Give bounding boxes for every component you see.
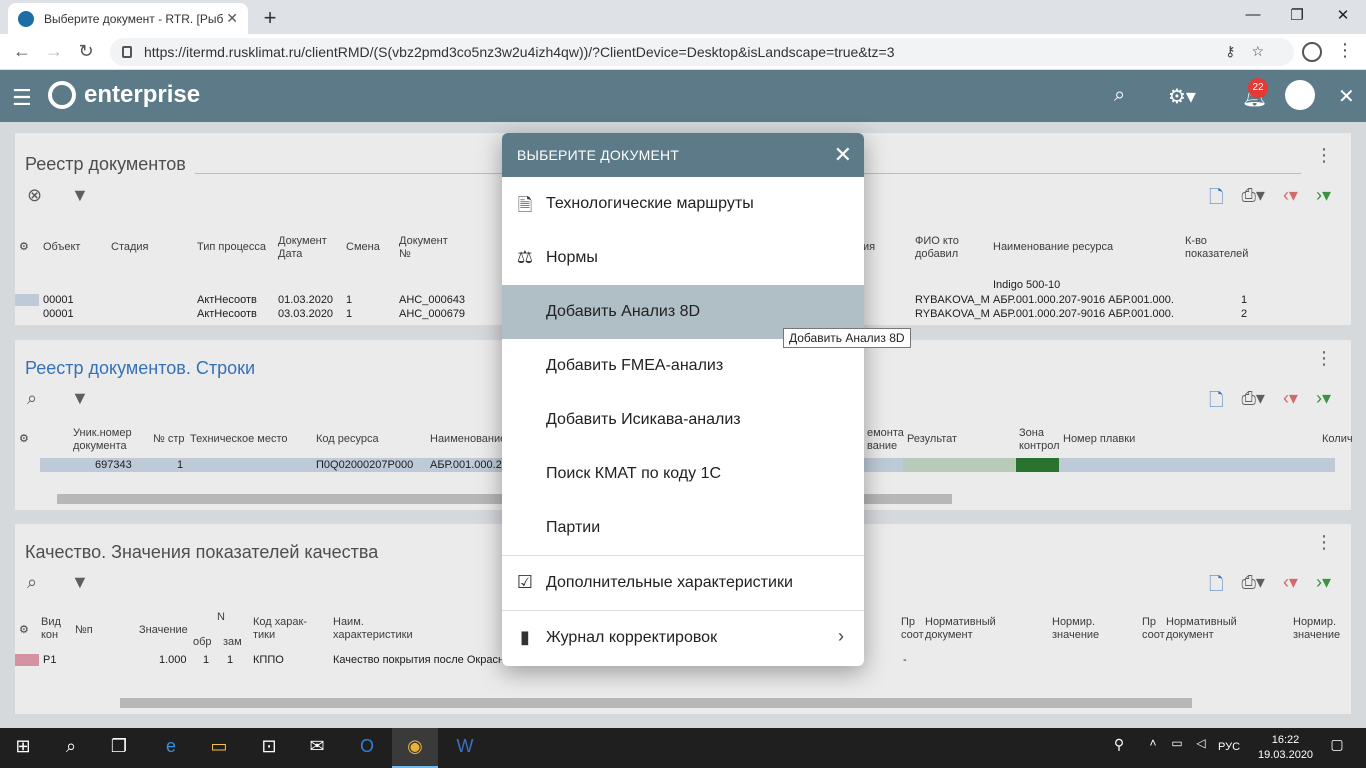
select-document-dialog: ВЫБЕРИТЕ ДОКУМЕНТ ✕ 🗎 Технологические ма… <box>502 133 864 666</box>
menu-item-norms[interactable]: ⚖ Нормы <box>502 231 864 285</box>
browser-tab[interactable]: Выберите документ - RTR. [Рыб ✕ <box>8 3 248 34</box>
volume-icon[interactable]: ◁ <box>1186 736 1216 750</box>
file-explorer-icon[interactable]: ▭ <box>204 736 234 757</box>
start-windows-icon[interactable]: ⊞ <box>8 736 38 757</box>
forward-button[interactable]: → <box>42 41 66 62</box>
maximize-button[interactable]: ❐ <box>1282 6 1312 24</box>
dialog-title: ВЫБЕРИТЕ ДОКУМЕНТ <box>517 147 680 163</box>
browser-tabbar: Выберите документ - RTR. [Рыб ✕ + — ❐ ✕ <box>0 0 1366 34</box>
notification-badge: 22 <box>1248 78 1268 98</box>
document-icon: 🗎 <box>517 195 533 215</box>
minimize-button[interactable]: — <box>1238 6 1268 23</box>
menu-item-label: Нормы <box>546 249 598 266</box>
menu-item-batches[interactable]: Партии <box>502 501 864 555</box>
app-header: ☰ enterprise ⌕ ⚙▾ 🔔︎ ✕ <box>0 70 1366 122</box>
scales-icon: ⚖ <box>516 247 534 267</box>
hamburger-menu-icon[interactable]: ☰ <box>12 85 32 111</box>
chrome-icon[interactable]: ◉ <box>392 728 438 768</box>
search-icon[interactable]: ⌕ <box>1114 84 1125 107</box>
reload-button[interactable]: ↻ <box>74 41 98 62</box>
journal-icon: ▮ <box>520 627 530 647</box>
tab-close-icon[interactable]: ✕ <box>226 10 238 27</box>
site-favicon-icon <box>18 10 34 27</box>
store-icon[interactable]: ⊡ <box>254 736 284 757</box>
language-indicator[interactable]: РУС <box>1218 741 1240 753</box>
clock-time: 16:22 <box>1271 734 1300 746</box>
browser-menu-icon[interactable]: ⋮ <box>1336 40 1354 61</box>
search-icon[interactable]: ⌕ <box>56 736 86 757</box>
menu-item-label: Дополнительные характеристики <box>546 574 793 591</box>
dialog-header: ВЫБЕРИТЕ ДОКУМЕНТ <box>502 133 864 177</box>
menu-item-label: Технологические маршруты <box>546 195 754 212</box>
action-center-icon[interactable]: ▢ <box>1322 736 1352 753</box>
logo-mark-icon <box>48 81 76 109</box>
checkbox-icon: ☑ <box>516 572 534 592</box>
new-tab-button[interactable]: + <box>258 5 282 31</box>
dialog-close-icon[interactable]: ✕ <box>834 142 852 168</box>
mail-icon[interactable]: ✉ <box>302 736 332 757</box>
menu-item-label: Добавить Анализ 8D <box>546 303 701 320</box>
menu-item-label: Добавить FMEA-анализ <box>546 357 724 374</box>
clock-date: 19.03.2020 <box>1258 749 1314 761</box>
window-close-button[interactable]: ✕ <box>1328 6 1358 24</box>
omnibox-icons[interactable]: ⚷☆ <box>1225 43 1280 60</box>
url-input[interactable]: https://itermd.rusklimat.ru/clientRMD/(S… <box>110 38 1294 66</box>
task-view-icon[interactable]: ❐ <box>104 736 134 757</box>
account-icon[interactable] <box>1302 42 1322 62</box>
app-close-icon[interactable]: ✕ <box>1338 84 1355 109</box>
tooltip: Добавить Анализ 8D <box>783 328 911 348</box>
menu-item-label: Поиск КМАТ по коду 1С <box>546 465 722 482</box>
people-icon[interactable]: ⚲ <box>1104 736 1134 753</box>
menu-item-kmat-search[interactable]: Поиск КМАТ по коду 1С <box>502 447 864 501</box>
menu-item-additional-characteristics[interactable]: ☑ Дополнительные характеристики <box>502 556 864 610</box>
back-button[interactable]: ← <box>10 41 34 62</box>
outlook-icon[interactable]: O <box>352 736 382 757</box>
url-text: https://itermd.rusklimat.ru/clientRMD/(S… <box>144 44 895 60</box>
clock[interactable]: 16:22 19.03.2020 <box>1258 733 1313 763</box>
address-bar: ← → ↻ https://itermd.rusklimat.ru/client… <box>0 34 1366 70</box>
menu-item-label: Журнал корректировок <box>546 629 718 646</box>
word-icon[interactable]: W <box>450 736 480 757</box>
lock-icon <box>122 46 132 58</box>
logo-text: enterprise <box>84 81 201 108</box>
chevron-right-icon: › <box>838 626 844 646</box>
menu-item-tech-routes[interactable]: 🗎 Технологические маршруты <box>502 177 864 231</box>
menu-item-correction-journal[interactable]: ▮ Журнал корректировок › <box>502 611 864 665</box>
menu-item-label: Добавить Исикава-анализ <box>546 411 741 428</box>
menu-item-add-ishikawa[interactable]: Добавить Исикава-анализ <box>502 393 864 447</box>
edge-icon[interactable]: e <box>156 736 186 757</box>
windows-taskbar: ⊞ ⌕ ❐ e ▭ ⊡ ✉ O ◉ W ⚲ ˄ ▭ ◁ РУС 16:22 19… <box>0 728 1366 768</box>
settings-gear-icon[interactable]: ⚙▾ <box>1168 84 1196 109</box>
user-avatar[interactable] <box>1285 80 1315 110</box>
menu-item-label: Партии <box>546 519 601 536</box>
app-logo: enterprise <box>48 81 200 109</box>
tab-title: Выберите документ - RTR. [Рыб <box>44 11 224 26</box>
